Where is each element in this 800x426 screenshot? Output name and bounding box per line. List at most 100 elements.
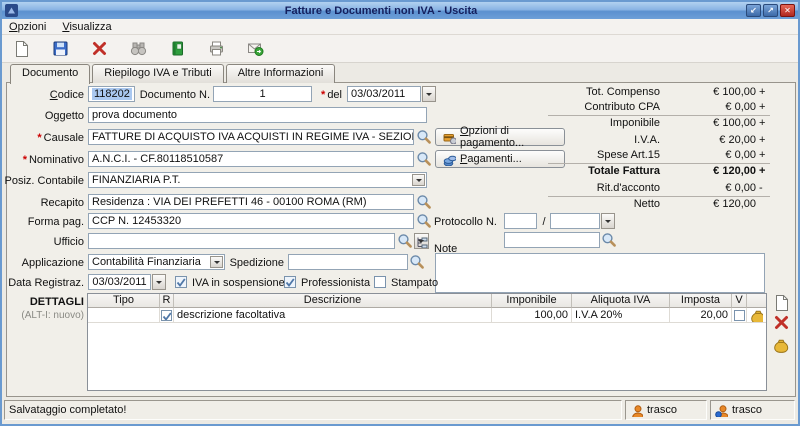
menu-opzioni[interactable]: Opzioni: [9, 21, 46, 33]
totals-separator: [548, 163, 770, 164]
total-row: Tot. Compenso€ 100,00+: [2, 86, 798, 99]
row-new-button[interactable]: [773, 294, 790, 311]
maximize-button[interactable]: ↗: [763, 4, 778, 17]
send-mail-icon: [247, 40, 265, 58]
cell-imponibile[interactable]: 100,00: [492, 308, 572, 323]
check-icon: [176, 277, 186, 287]
note-search-input[interactable]: [504, 232, 600, 248]
r-checkbox[interactable]: [161, 310, 172, 321]
delete-button[interactable]: [90, 39, 110, 59]
col-imposta[interactable]: Imposta: [670, 294, 732, 308]
nominativo-search-button[interactable]: [416, 151, 432, 167]
col-r[interactable]: R: [160, 294, 174, 308]
ufficio-search-button[interactable]: [397, 233, 413, 249]
col-v[interactable]: V: [732, 294, 747, 308]
tab-strip: Documento Riepilogo IVA e Tributi Altre …: [10, 64, 335, 83]
data-registraz-input[interactable]: 03/03/2011: [88, 274, 151, 290]
professionista-checkbox[interactable]: [284, 276, 296, 288]
ufficio-input[interactable]: [88, 233, 395, 249]
stampato-label: Stampato: [391, 277, 438, 290]
protocollo-input-2[interactable]: [550, 213, 600, 229]
stampato-checkbox[interactable]: [374, 276, 386, 288]
applicazione-select[interactable]: Contabilità Finanziaria: [88, 254, 225, 270]
magnifier-icon: [397, 233, 413, 249]
status-message: Salvataggio completato!: [9, 402, 126, 419]
save-button[interactable]: [51, 39, 71, 59]
protocollo-input-1[interactable]: [504, 213, 537, 229]
new-document-icon: [13, 40, 31, 58]
magnifier-icon: [409, 254, 425, 270]
chevron-down-icon[interactable]: [210, 256, 223, 268]
tab-documento[interactable]: Documento: [10, 64, 90, 84]
iva-sospensione-checkbox[interactable]: [175, 276, 187, 288]
total-row: Spese Art.15€ 0,00+: [2, 149, 798, 162]
data-registraz-dropdown[interactable]: [152, 274, 166, 290]
ufficio-tree-button[interactable]: [414, 233, 429, 249]
delete-icon: [91, 40, 109, 58]
magnifier-icon: [416, 194, 432, 210]
cell-tipo[interactable]: [88, 308, 160, 323]
send-mail-button[interactable]: [246, 39, 266, 59]
col-imponibile[interactable]: Imponibile: [492, 294, 572, 308]
recapito-search-button[interactable]: [416, 194, 432, 210]
print-button[interactable]: [207, 39, 227, 59]
dettagli-hint: (ALT-I: nuovo): [4, 309, 84, 322]
status-user-1: trasco: [647, 402, 677, 419]
close-button[interactable]: ✕: [780, 4, 795, 17]
dettagli-label: DETTAGLI: [10, 296, 84, 309]
total-row: Imponibile€ 100,00+: [2, 117, 798, 130]
totals-separator: [548, 196, 770, 197]
col-descrizione[interactable]: Descrizione: [174, 294, 492, 308]
cell-v[interactable]: [732, 308, 747, 323]
causale-search-button[interactable]: [416, 129, 432, 145]
archive-button[interactable]: [168, 39, 188, 59]
row-payment-button[interactable]: [773, 338, 790, 355]
user-key-icon: [715, 404, 728, 417]
note-search-button[interactable]: [601, 232, 617, 248]
restore-button[interactable]: ↙: [746, 4, 761, 17]
menu-visualizza[interactable]: Visualizza: [62, 21, 111, 33]
forma-pag-search-button[interactable]: [416, 213, 432, 229]
col-actions: [747, 294, 766, 308]
tab-riepilogo-iva[interactable]: Riepilogo IVA e Tributi: [92, 64, 223, 83]
protocollo-dropdown[interactable]: [601, 213, 615, 229]
money-bag-icon: [750, 309, 763, 322]
iva-sospensione-label: IVA in sospensione: [192, 277, 285, 290]
search-button[interactable]: [129, 39, 149, 59]
cell-descrizione[interactable]: descrizione facoltativa: [174, 308, 492, 323]
spedizione-label: Spedizione: [228, 257, 284, 270]
dettagli-table: Tipo R Descrizione Imponibile Aliquota I…: [87, 293, 767, 391]
v-checkbox[interactable]: [734, 310, 745, 321]
total-row: Contributo CPA€ 0,00+: [2, 101, 798, 114]
magnifier-icon: [416, 151, 432, 167]
printer-icon: [208, 40, 226, 58]
app-window: Fatture e Documenti non IVA - Uscita ↙ ↗…: [0, 0, 800, 426]
status-user-panel-2: trasco: [710, 400, 795, 420]
total-row-netto: Netto€ 120,00: [2, 198, 798, 211]
protocollo-label: Protocollo N.: [434, 216, 500, 229]
cell-imposta[interactable]: 20,00: [670, 308, 732, 323]
status-user-2: trasco: [732, 402, 762, 419]
totals-separator: [548, 115, 770, 116]
spedizione-input[interactable]: [288, 254, 408, 270]
magnifier-icon: [601, 232, 617, 248]
note-textarea[interactable]: [435, 253, 765, 293]
window-title: Fatture e Documenti non IVA - Uscita: [18, 5, 744, 17]
col-tipo[interactable]: Tipo: [88, 294, 160, 308]
del-date-dropdown[interactable]: [422, 86, 436, 102]
row-delete-button[interactable]: [773, 314, 790, 331]
forma-pag-input[interactable]: CCP N. 12453320: [88, 213, 414, 229]
professionista-label: Professionista: [301, 277, 370, 290]
cell-r[interactable]: [160, 308, 174, 323]
col-aliquota-iva[interactable]: Aliquota IVA: [572, 294, 670, 308]
cell-actions[interactable]: [747, 308, 766, 323]
table-row[interactable]: descrizione facoltativa 100,00 I.V.A 20%…: [88, 308, 766, 323]
cell-aliquota-iva[interactable]: I.V.A 20%: [572, 308, 670, 323]
new-document-button[interactable]: [12, 39, 32, 59]
table-header-row: Tipo R Descrizione Imponibile Aliquota I…: [88, 294, 766, 308]
app-icon: [5, 4, 18, 17]
total-row: Rit.d'acconto€ 0,00-: [2, 182, 798, 195]
spedizione-search-button[interactable]: [409, 254, 425, 270]
forma-pag-label: Forma pag.: [2, 216, 84, 229]
tab-altre-informazioni[interactable]: Altre Informazioni: [226, 64, 336, 83]
